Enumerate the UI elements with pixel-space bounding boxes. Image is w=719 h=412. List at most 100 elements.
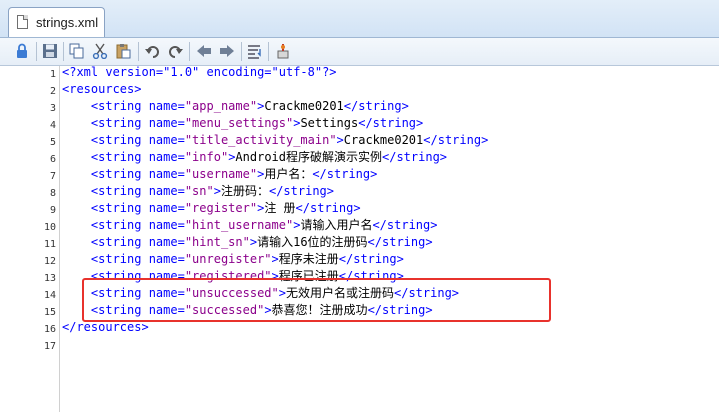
code-token-tag: <string [90,167,149,181]
code-token-tag: </string> [338,252,404,266]
line-number: 5 [49,137,56,148]
code-token-tag: > [249,235,258,249]
code-token-tag: <string [90,184,149,198]
line-number: 7 [49,171,56,182]
file-tab-title: strings.xml [36,15,99,30]
line-number: 4 [49,120,56,131]
code-token-txt: 请输入用户名 [300,218,373,232]
toolbar [0,38,719,66]
code-token-tag: </string> [372,218,438,232]
line-number: 3 [49,103,56,114]
code-token-tag: <string [90,235,149,249]
code-line[interactable]: <string name="app_name">Crackme0201</str… [62,98,712,115]
gutter-divider [59,66,60,412]
code-token-val: "menu_settings" [184,116,294,130]
code-token-tag: > [271,252,279,266]
code-line[interactable]: <string name="unregister">程序未注册</string> [62,251,712,268]
code-line[interactable]: <string name="menu_settings">Settings</s… [62,115,712,132]
save-icon[interactable] [40,41,60,61]
code-line[interactable] [62,336,712,353]
code-token-val: "register" [184,201,258,215]
code-token-tag: <string [90,133,149,147]
code-token-tag: > [336,133,344,147]
code-line[interactable]: <string name="register">注 册</string> [62,200,712,217]
line-number: 16 [43,324,56,335]
lock-icon[interactable] [12,41,32,61]
cut-icon[interactable] [90,41,110,61]
line-number: 6 [49,154,56,165]
code-token-tag: </string> [358,116,424,130]
code-token-val: "title_activity_main" [184,133,337,147]
code-token-tag: </string> [268,184,335,198]
code-token-val: "app_name" [184,99,258,113]
code-token-attr: name= [148,167,185,181]
code-token-txt: 用户名： [264,167,313,181]
copy-icon[interactable] [67,41,87,61]
file-tab[interactable]: strings.xml [8,7,105,37]
code-line[interactable]: <string name="hint_sn">请输入16位的注册码</strin… [62,234,712,251]
line-number: 2 [49,86,56,97]
code-token-tag: <string [90,116,149,130]
code-token-attr: name= [148,184,185,198]
code-token-val: "info" [184,150,229,164]
paste-icon[interactable] [113,41,133,61]
line-number: 1 [49,69,56,80]
code-token-val: "username" [184,167,258,181]
code-token-tag: </resources> [62,320,149,334]
code-token-txt: Android程序破解演示实例 [235,150,382,164]
code-token-tag: </string> [312,167,378,181]
code-token-tag: </string> [382,150,448,164]
code-token-attr: name= [148,201,185,215]
code-token-tag: > [213,184,221,198]
code-token-txt: 注册码： [220,184,269,198]
line-number: 9 [49,205,56,216]
code-line[interactable]: <string name="info">Android程序破解演示实例</str… [62,149,712,166]
line-number: 14 [43,290,56,301]
code-token-tag: </string> [423,133,489,147]
code-token-attr: name= [148,252,185,266]
line-number: 8 [49,188,56,199]
code-token-attr: name= [148,150,185,164]
code-line[interactable]: <string name="sn">注册码：</string> [62,183,712,200]
code-token-val: "hint_username" [184,218,294,232]
code-token-tag: <string [90,99,149,113]
code-line[interactable]: <?xml version="1.0" encoding="utf-8"?> [62,64,712,81]
code-token-tag: <string [90,218,149,232]
code-token-attr: name= [148,218,185,232]
nav-back-icon[interactable] [194,41,214,61]
code-token-tag: <resources> [62,82,142,96]
code-token-tag: </string> [367,235,433,249]
undo-icon[interactable] [143,41,163,61]
code-token-val: "unregister" [184,252,272,266]
code-token-txt: 注 册 [264,201,296,215]
line-number-gutter: 1 2 3 4 5 6 7 8 9 10 11 12 13 14 15 16 17 [0,66,60,412]
code-token-attr: name= [148,99,185,113]
code-line[interactable]: <resources> [62,81,712,98]
nav-forward-icon[interactable] [217,41,237,61]
word-wrap-icon[interactable] [245,41,265,61]
code-token-attr: name= [148,235,185,249]
code-line[interactable]: <string name="title_activity_main">Crack… [62,132,712,149]
redo-icon[interactable] [165,41,185,61]
line-number: 15 [43,307,56,318]
code-token-attr: name= [148,133,185,147]
code-line[interactable]: <string name="hint_username">请输入用户名</str… [62,217,712,234]
line-number: 13 [43,273,56,284]
code-token-txt: 请输入16位的注册码 [257,235,368,249]
compile-icon[interactable] [273,41,293,61]
code-token-val: "sn" [184,184,214,198]
code-token-tag: </string> [343,99,409,113]
code-token-val: "hint_sn" [184,235,250,249]
code-line[interactable]: <string name="username">用户名：</string> [62,166,712,183]
code-token-txt: 程序未注册 [278,252,339,266]
code-token-tag: <string [90,201,149,215]
line-number: 17 [43,341,56,352]
